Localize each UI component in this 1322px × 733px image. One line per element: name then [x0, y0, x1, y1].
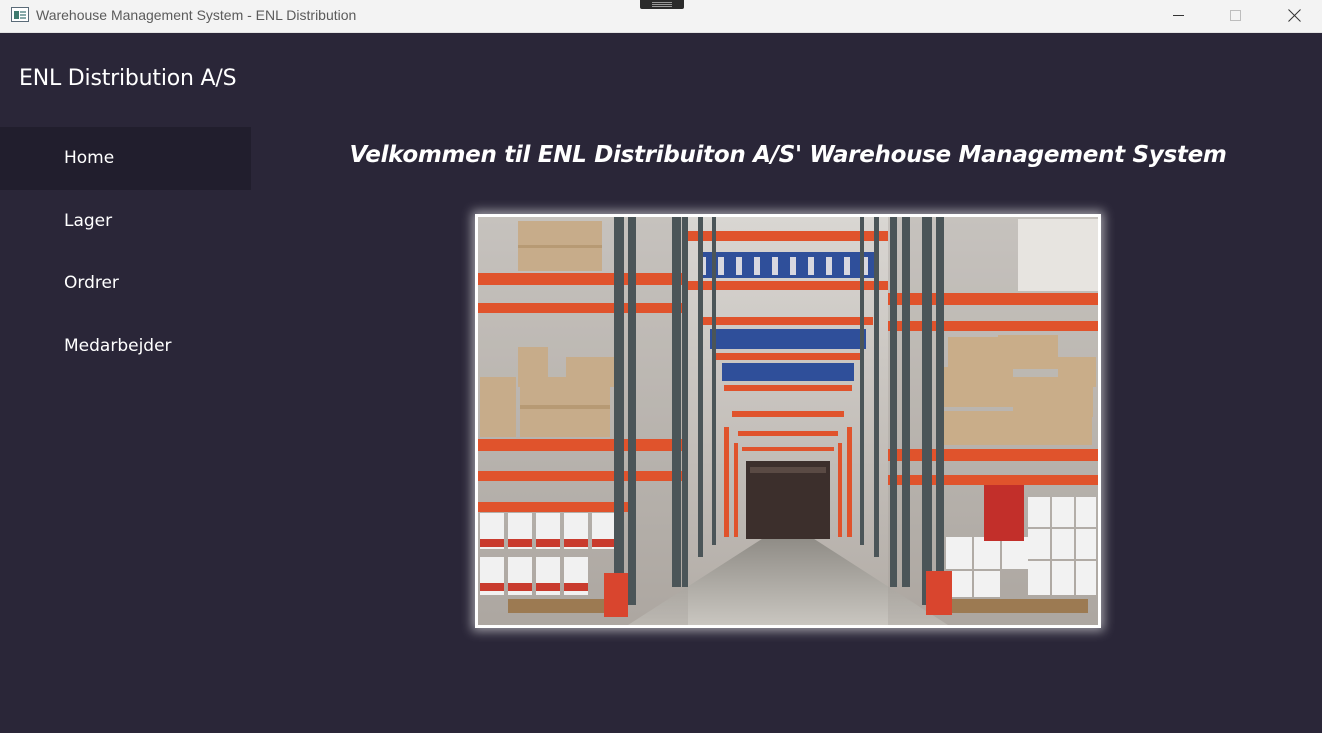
- nav-item-label: Ordrer: [64, 273, 119, 294]
- snap-handle-icon[interactable]: [640, 0, 684, 9]
- nav-item-ordrer[interactable]: Ordrer: [0, 252, 251, 315]
- close-icon: [1288, 9, 1301, 22]
- welcome-heading: Velkommen til ENL Distribuiton A/S' Ware…: [349, 142, 1227, 168]
- nav-item-label: Lager: [64, 210, 113, 231]
- nav-item-label: Home: [64, 148, 115, 169]
- app-icon: [11, 7, 29, 22]
- maximize-button[interactable]: [1207, 0, 1263, 30]
- window-titlebar: Warehouse Management System - ENL Distri…: [0, 0, 1322, 33]
- nav-item-lager[interactable]: Lager: [0, 190, 251, 253]
- sidebar-nav: Home Lager Ordrer Medarbejder: [0, 127, 251, 377]
- minimize-button[interactable]: [1150, 0, 1206, 30]
- warehouse-image: [475, 214, 1101, 628]
- nav-item-label: Medarbejder: [64, 335, 172, 356]
- nav-item-home[interactable]: Home: [0, 127, 251, 190]
- minimize-icon: [1172, 14, 1184, 16]
- close-button[interactable]: [1266, 0, 1322, 30]
- brand-title: ENL Distribution A/S: [19, 66, 237, 91]
- window-title: Warehouse Management System - ENL Distri…: [36, 7, 357, 23]
- nav-item-medarbejder[interactable]: Medarbejder: [0, 315, 251, 378]
- maximize-icon: [1229, 9, 1241, 21]
